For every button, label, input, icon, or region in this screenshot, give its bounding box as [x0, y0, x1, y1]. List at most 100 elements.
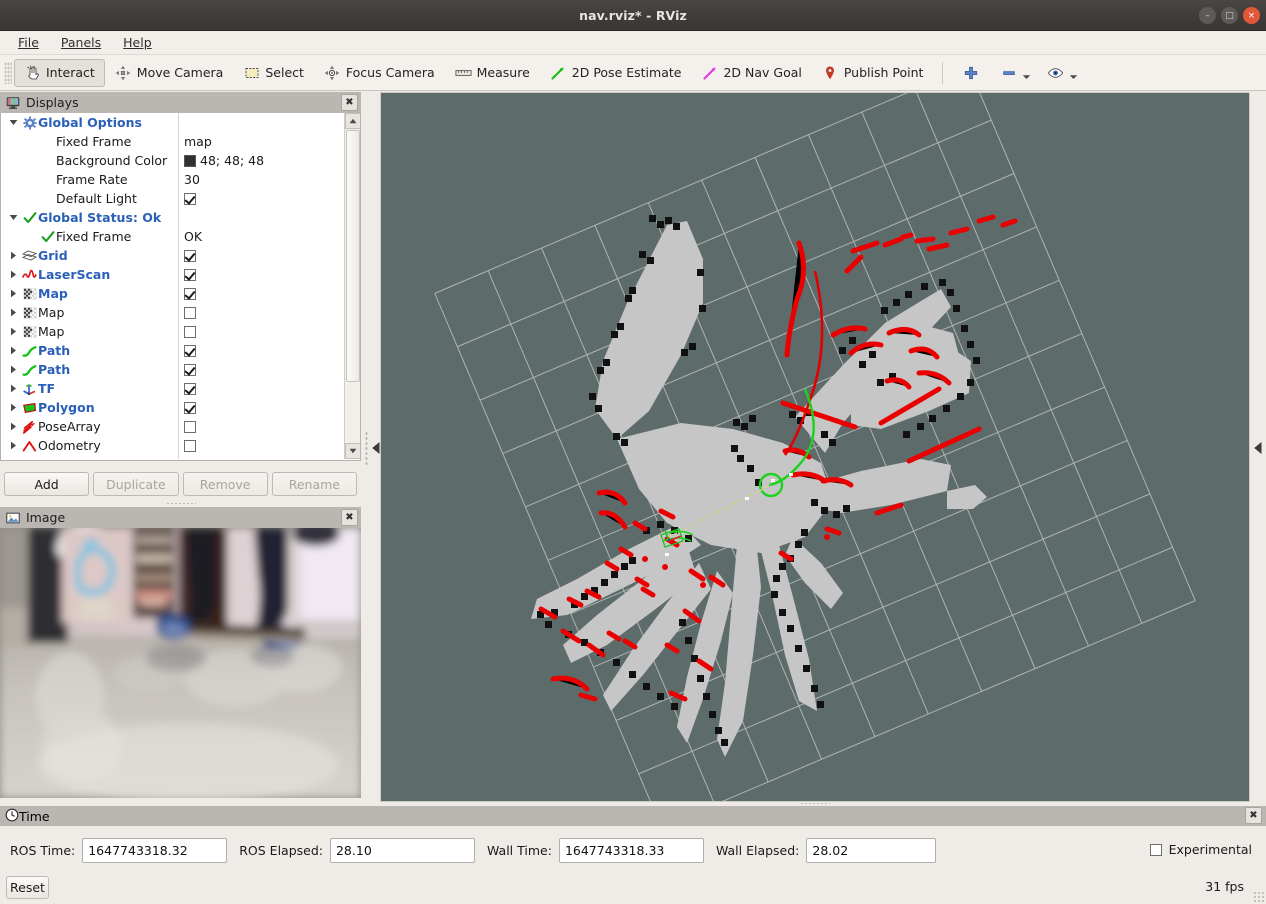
tool-2d-nav-goal[interactable]: 2D Nav Goal	[691, 59, 811, 87]
tree-row-map[interactable]: Map	[1, 303, 345, 322]
tree-row-map[interactable]: Map	[1, 284, 345, 303]
tree-row-default-light[interactable]: Default Light	[1, 189, 345, 208]
tree-item-color-value[interactable]: 48; 48; 48	[184, 153, 264, 168]
expander-closed-icon[interactable]	[5, 360, 21, 379]
tree-item-value[interactable]: map	[184, 134, 212, 149]
expander-closed-icon[interactable]	[5, 417, 21, 436]
displays-scrollbar[interactable]	[344, 113, 360, 459]
tree-item-checkbox[interactable]	[184, 402, 196, 414]
render-viewport-3d[interactable]	[380, 92, 1250, 802]
checkbox-checked[interactable]	[184, 269, 196, 281]
close-button[interactable]: ×	[1243, 7, 1260, 24]
checkbox-checked[interactable]	[184, 364, 196, 376]
tree-item-checkbox[interactable]	[184, 345, 196, 357]
tree-row-tf[interactable]: TF	[1, 379, 345, 398]
expander-closed-icon[interactable]	[5, 265, 21, 284]
time-close-icon[interactable]: ✖	[1245, 807, 1262, 824]
tool-remove-minus[interactable]	[989, 59, 1036, 87]
tool-2d-pose-estimate[interactable]: 2D Pose Estimate	[540, 59, 692, 87]
tool-measure[interactable]: Measure	[445, 59, 540, 87]
collapse-right-arrow-icon[interactable]	[1253, 441, 1263, 455]
checkbox-checked[interactable]	[184, 402, 196, 414]
color-swatch[interactable]	[184, 155, 196, 167]
toolbar-drag-handle[interactable]	[4, 62, 12, 84]
tree-row-grid[interactable]: Grid	[1, 246, 345, 265]
tree-item-value[interactable]: OK	[184, 229, 202, 244]
displays-tree[interactable]: Global OptionsFixed FramemapBackground C…	[1, 113, 345, 459]
menu-panels[interactable]: Panels	[51, 32, 111, 53]
left-dock-splitter[interactable]	[361, 92, 380, 804]
tree-row-polygon[interactable]: Polygon	[1, 398, 345, 417]
tool-visibility-eye[interactable]	[1036, 59, 1083, 87]
tool-focus-camera[interactable]: Focus Camera	[314, 59, 445, 87]
tree-row-background-color[interactable]: Background Color48; 48; 48	[1, 151, 345, 170]
tree-item-checkbox[interactable]	[184, 193, 196, 205]
add-button[interactable]: Add	[4, 472, 89, 496]
expander-closed-icon[interactable]	[5, 246, 21, 265]
checkbox-checked[interactable]	[184, 193, 196, 205]
tree-item-checkbox[interactable]	[184, 326, 196, 338]
tree-row-frame-rate[interactable]: Frame Rate30	[1, 170, 345, 189]
ros-time-input[interactable]: 1647743318.32	[82, 838, 227, 863]
checkbox-checked[interactable]	[184, 345, 196, 357]
tree-item-checkbox[interactable]	[184, 288, 196, 300]
minimize-button[interactable]: –	[1199, 7, 1216, 24]
maximize-button[interactable]: □	[1221, 7, 1238, 24]
tree-row-fixed-frame[interactable]: Fixed Framemap	[1, 132, 345, 151]
tool-add-plus[interactable]	[952, 59, 989, 87]
expander-closed-icon[interactable]	[5, 284, 21, 303]
tree-item-checkbox[interactable]	[184, 421, 196, 433]
tool-move-camera[interactable]: Move Camera	[105, 59, 234, 87]
tree-row-fixed-frame[interactable]: Fixed FrameOK	[1, 227, 345, 246]
checkbox-unchecked[interactable]	[184, 307, 196, 319]
right-dock-splitter[interactable]	[1250, 92, 1266, 804]
tree-row-global-options[interactable]: Global Options	[1, 113, 345, 132]
wall-elapsed-input[interactable]: 28.02	[806, 838, 936, 863]
ros-elapsed-input[interactable]: 28.10	[330, 838, 475, 863]
chevron-down-icon[interactable]	[1022, 66, 1031, 80]
menu-help[interactable]: Help	[113, 32, 162, 53]
tree-row-path[interactable]: Path	[1, 360, 345, 379]
tree-row-laserscan[interactable]: LaserScan	[1, 265, 345, 284]
tool-publish-point[interactable]: Publish Point	[812, 59, 934, 87]
tree-item-checkbox[interactable]	[184, 269, 196, 281]
tree-item-checkbox[interactable]	[184, 364, 196, 376]
displays-image-splitter[interactable]	[0, 500, 361, 506]
tree-row-odometry[interactable]: Odometry	[1, 436, 345, 455]
checkbox-checked[interactable]	[184, 288, 196, 300]
tree-item-checkbox[interactable]	[184, 440, 196, 452]
tree-row-global-status-ok[interactable]: Global Status: Ok	[1, 208, 345, 227]
checkbox-checked[interactable]	[184, 383, 196, 395]
tree-item-value[interactable]: 30	[184, 172, 200, 187]
expander-closed-icon[interactable]	[5, 379, 21, 398]
tool-select[interactable]: Select	[233, 59, 314, 87]
experimental-checkbox[interactable]	[1150, 844, 1162, 856]
wall-time-input[interactable]: 1647743318.33	[559, 838, 704, 863]
checkbox-unchecked[interactable]	[184, 421, 196, 433]
chevron-down-icon-2[interactable]	[1069, 66, 1078, 80]
tree-item-checkbox[interactable]	[184, 383, 196, 395]
scroll-down-arrow[interactable]	[345, 443, 361, 459]
expander-closed-icon[interactable]	[5, 436, 21, 455]
expander-closed-icon[interactable]	[5, 341, 21, 360]
tree-item-checkbox[interactable]	[184, 307, 196, 319]
resize-grip[interactable]	[1253, 891, 1265, 903]
tree-item-checkbox[interactable]	[184, 250, 196, 262]
experimental-toggle[interactable]: Experimental	[1150, 842, 1252, 857]
tool-interact[interactable]: Interact	[14, 59, 105, 87]
expander-closed-icon[interactable]	[5, 322, 21, 341]
tree-row-posearray[interactable]: PoseArray	[1, 417, 345, 436]
scrollbar-thumb[interactable]	[346, 130, 360, 382]
expander-open-icon[interactable]	[5, 113, 21, 132]
displays-close-icon[interactable]: ✖	[341, 94, 358, 111]
reset-button[interactable]: Reset	[6, 876, 49, 899]
scroll-up-arrow[interactable]	[345, 113, 361, 129]
checkbox-checked[interactable]	[184, 250, 196, 262]
expander-closed-icon[interactable]	[5, 303, 21, 322]
image-close-icon[interactable]: ✖	[341, 509, 358, 526]
tree-row-path[interactable]: Path	[1, 341, 345, 360]
expander-open-icon[interactable]	[5, 208, 21, 227]
menu-file[interactable]: File	[8, 32, 49, 53]
expander-closed-icon[interactable]	[5, 398, 21, 417]
tree-row-map[interactable]: Map	[1, 322, 345, 341]
